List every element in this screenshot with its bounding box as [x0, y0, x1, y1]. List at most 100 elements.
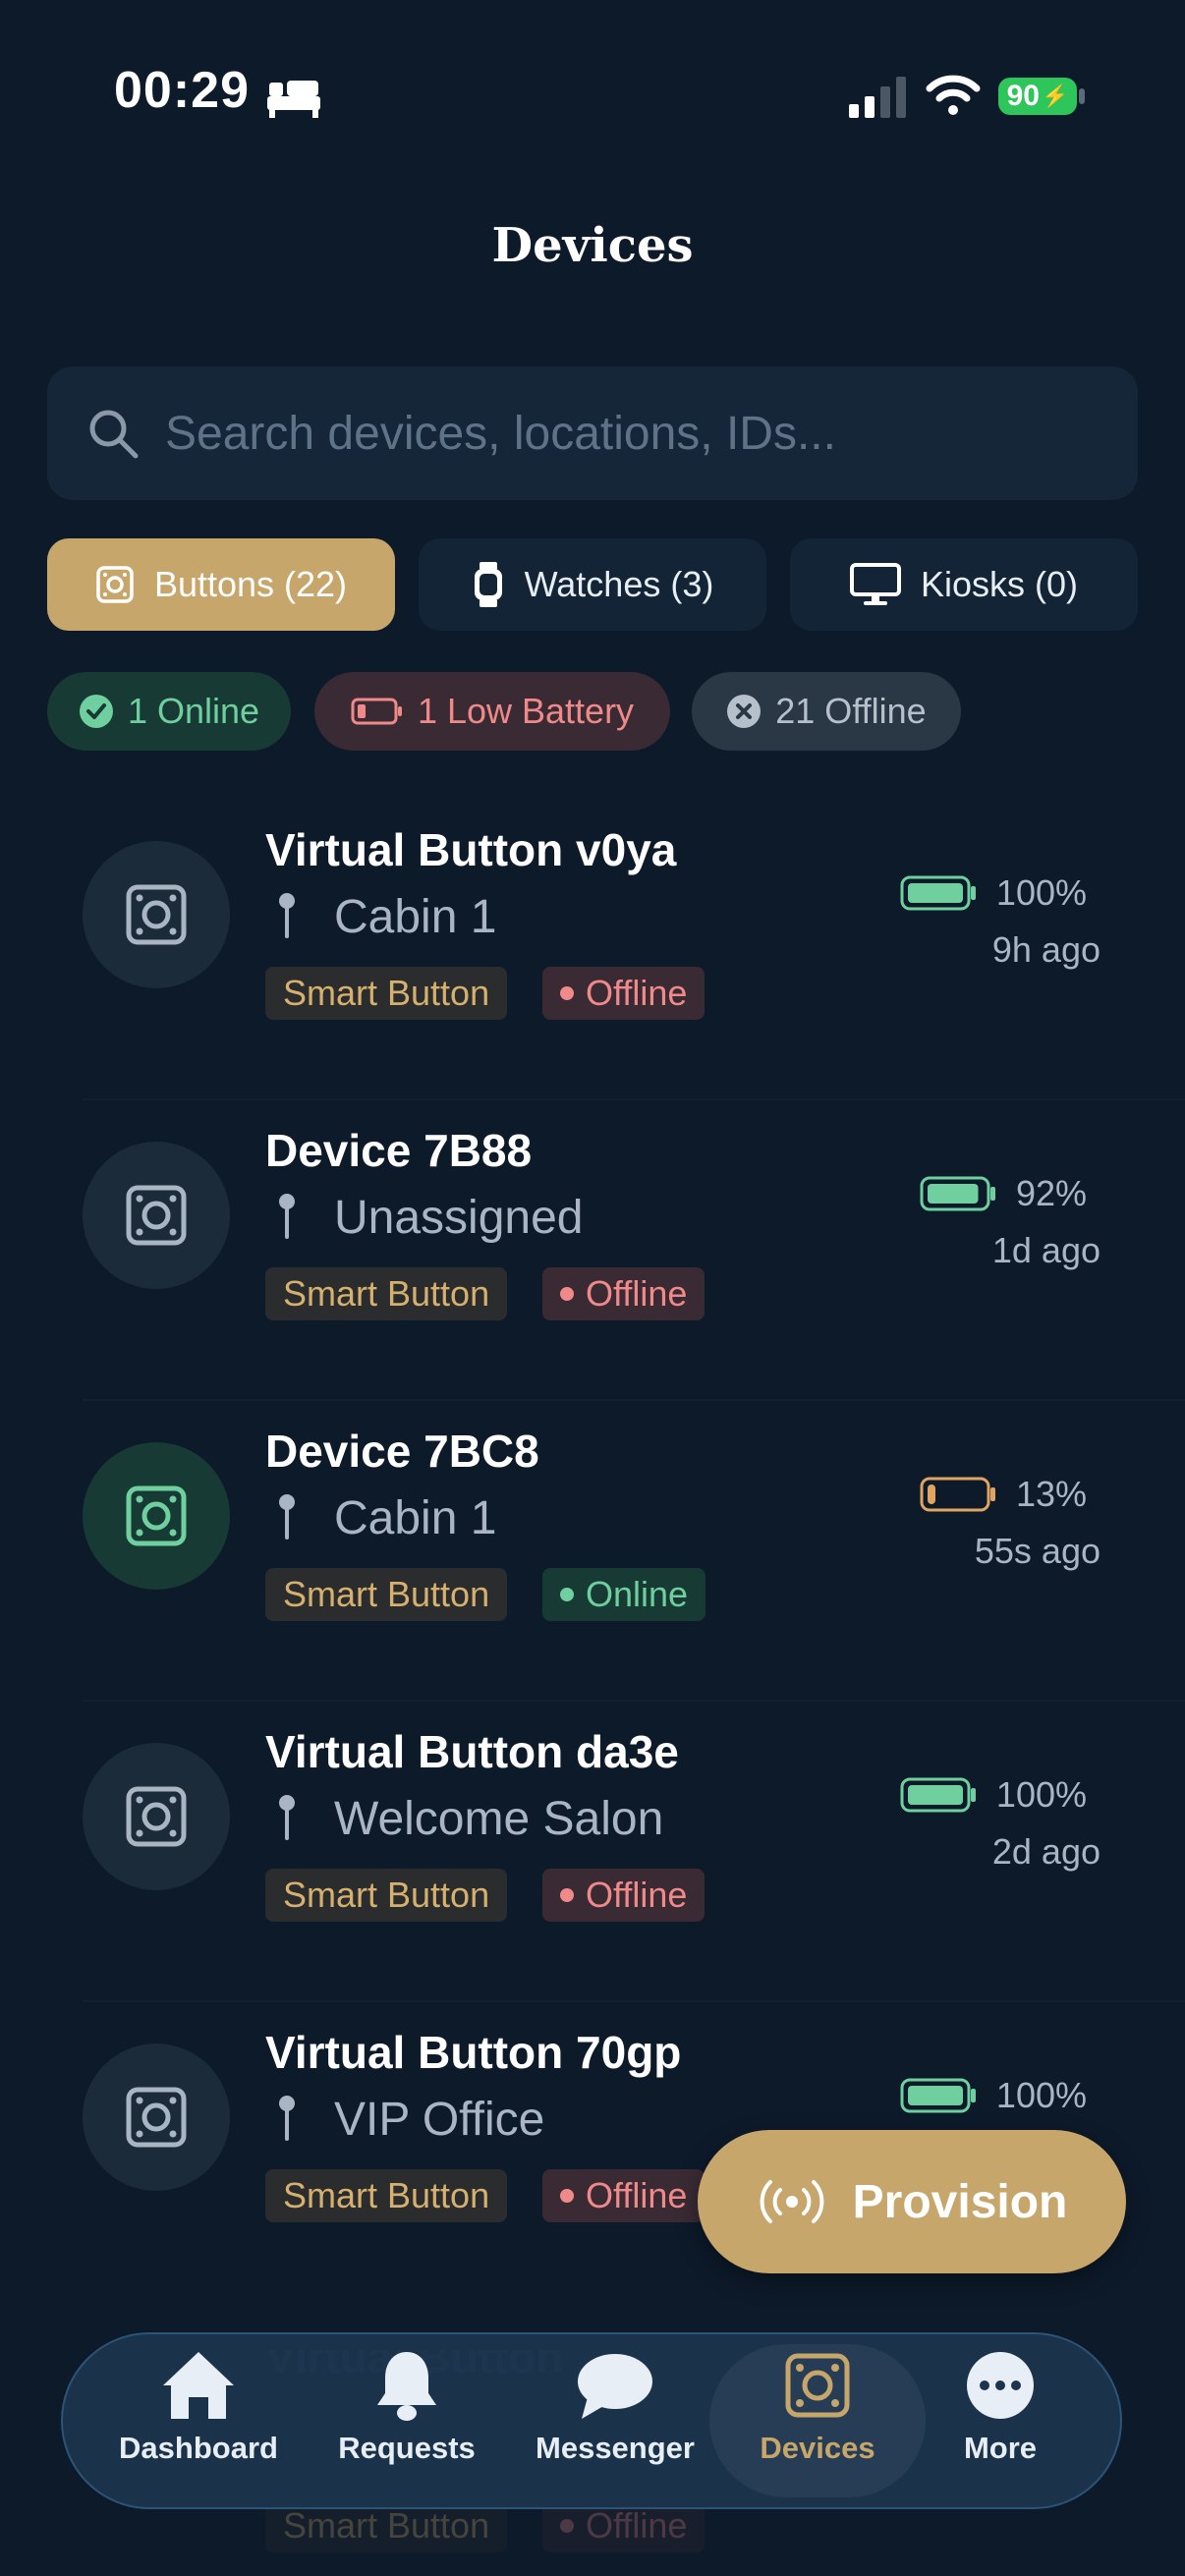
- filter-online-label: 1 Online: [127, 691, 260, 731]
- battery-icon: [920, 1176, 995, 1211]
- device-type-tag: Smart Button: [265, 1267, 508, 1320]
- cellular-signal-icon: [849, 77, 906, 118]
- nav-label-dashboard: Dashboard: [119, 2431, 278, 2465]
- search-icon: [89, 410, 139, 459]
- battery-percent: 92%: [1015, 1173, 1087, 1213]
- charging-bolt-icon: ⚡: [1041, 84, 1069, 108]
- filter-offline[interactable]: 21 Offline: [692, 672, 961, 751]
- device-status-tag: Offline: [542, 967, 705, 1020]
- battery-indicator: 90 ⚡: [998, 78, 1077, 115]
- x-circle-icon: [727, 695, 762, 728]
- nav-label-devices: Devices: [760, 2431, 875, 2465]
- filter-offline-label: 21 Offline: [775, 691, 927, 731]
- tab-kiosks-label: Kiosks (0): [920, 564, 1079, 604]
- status-dot: [560, 986, 574, 1000]
- device-status-text: Offline: [586, 1875, 688, 1915]
- device-status-text: Offline: [586, 973, 688, 1013]
- device-icon-circle: [83, 1743, 230, 1890]
- page-title: Devices: [491, 218, 694, 273]
- battery-icon: [900, 2078, 976, 2113]
- more-icon: [967, 2352, 1034, 2419]
- device-row[interactable]: Virtual Button da3e Welcome Salon Smart …: [0, 1702, 1185, 2002]
- battery-icon: [900, 1777, 976, 1813]
- filter-low-battery-label: 1 Low Battery: [417, 691, 635, 731]
- device-status-tag: Online: [542, 1568, 706, 1621]
- device-row[interactable]: Device 7B88 Unassigned Smart Button Offl…: [0, 1100, 1185, 1401]
- nav-item-more[interactable]: More: [922, 2348, 1079, 2493]
- chat-icon: [578, 2354, 652, 2419]
- low-battery-icon: [351, 698, 402, 725]
- device-status-text: Offline: [586, 1273, 688, 1314]
- last-seen: 1d ago: [991, 1230, 1100, 1270]
- device-name: Virtual Button da3e: [265, 1726, 679, 1777]
- provision-button[interactable]: Provision: [698, 2130, 1126, 2273]
- nav-label-messenger: Messenger: [536, 2431, 695, 2465]
- tab-buttons-label: Buttons (22): [153, 564, 348, 604]
- tab-buttons[interactable]: Buttons (22): [47, 538, 395, 631]
- check-circle-icon: [79, 695, 113, 728]
- broadcast-icon: [760, 2180, 823, 2223]
- last-seen: 2d ago: [991, 1831, 1100, 1872]
- device-icon-circle: [83, 2044, 230, 2191]
- device-name: Virtual Button v0ya: [265, 824, 677, 875]
- smart-button-icon: [126, 884, 187, 945]
- battery-percent: 13%: [1015, 1474, 1087, 1514]
- filter-low-battery[interactable]: 1 Low Battery: [314, 672, 670, 751]
- battery-percent: 100%: [995, 1774, 1087, 1815]
- nav-item-requests[interactable]: Requests: [328, 2348, 485, 2493]
- device-name: Virtual Button 70gp: [265, 2027, 682, 2078]
- device-type-tag: Smart Button: [265, 1568, 508, 1621]
- device-status-tag: Offline: [542, 1267, 705, 1320]
- nav-item-messenger[interactable]: Messenger: [536, 2348, 695, 2493]
- search-input[interactable]: [165, 396, 1108, 471]
- location-pin-icon: [279, 893, 295, 938]
- device-icon-circle: [83, 1442, 230, 1590]
- battery-percent: 100%: [995, 872, 1087, 913]
- device-location: Unassigned: [334, 1192, 584, 1244]
- sleep-focus-icon: [267, 81, 320, 118]
- battery-icon: [920, 1477, 995, 1512]
- battery-icon: [900, 875, 976, 911]
- tab-watches[interactable]: Watches (3): [419, 538, 766, 631]
- status-dot: [560, 1287, 574, 1301]
- nav-label-requests: Requests: [338, 2431, 476, 2465]
- tab-kiosks[interactable]: Kiosks (0): [790, 538, 1138, 631]
- smart-button-icon: [126, 1485, 187, 1546]
- battery-info: 100%: [900, 872, 1087, 914]
- location-pin-icon: [279, 2096, 295, 2141]
- battery-info: 100%: [900, 2075, 1087, 2116]
- filter-online[interactable]: 1 Online: [47, 672, 291, 751]
- monitor-icon: [849, 563, 901, 605]
- device-type-tag: Smart Button: [265, 967, 508, 1020]
- status-dot: [560, 1588, 574, 1601]
- home-icon: [163, 2352, 234, 2419]
- device-location: Welcome Salon: [334, 1793, 664, 1845]
- smart-button-icon: [126, 2087, 187, 2148]
- device-location: VIP Office: [334, 2094, 545, 2146]
- battery-info: 13%: [920, 1474, 1087, 1515]
- nav-item-dashboard[interactable]: Dashboard: [119, 2348, 278, 2493]
- device-icon-circle: [83, 1142, 230, 1289]
- device-type-tag: Smart Button: [265, 2169, 508, 2222]
- provision-button-label: Provision: [852, 2175, 1068, 2228]
- battery-info: 92%: [920, 1173, 1087, 1214]
- battery-info: 100%: [900, 1774, 1087, 1816]
- device-status-tag: Offline: [542, 2169, 705, 2222]
- device-icon-circle: [83, 841, 230, 988]
- battery-nub: [1079, 88, 1085, 104]
- device-status-text: Online: [586, 1574, 689, 1614]
- device-name: Device 7B88: [265, 1125, 533, 1176]
- device-name: Device 7BC8: [265, 1426, 539, 1477]
- location-pin-icon: [279, 1795, 295, 1840]
- nav-item-devices[interactable]: Devices: [739, 2348, 896, 2493]
- status-dot: [560, 1888, 574, 1902]
- last-seen: 55s ago: [974, 1531, 1100, 1571]
- device-row[interactable]: Device 7BC8 Cabin 1 Smart Button Online …: [0, 1401, 1185, 1702]
- device-row[interactable]: Virtual Button v0ya Cabin 1 Smart Button…: [0, 800, 1185, 1100]
- location-pin-icon: [279, 1494, 295, 1540]
- bell-icon: [377, 2352, 436, 2421]
- wifi-icon: [926, 75, 981, 115]
- location-pin-icon: [279, 1194, 295, 1239]
- battery-percent: 100%: [995, 2075, 1087, 2115]
- status-time: 00:29: [114, 62, 250, 119]
